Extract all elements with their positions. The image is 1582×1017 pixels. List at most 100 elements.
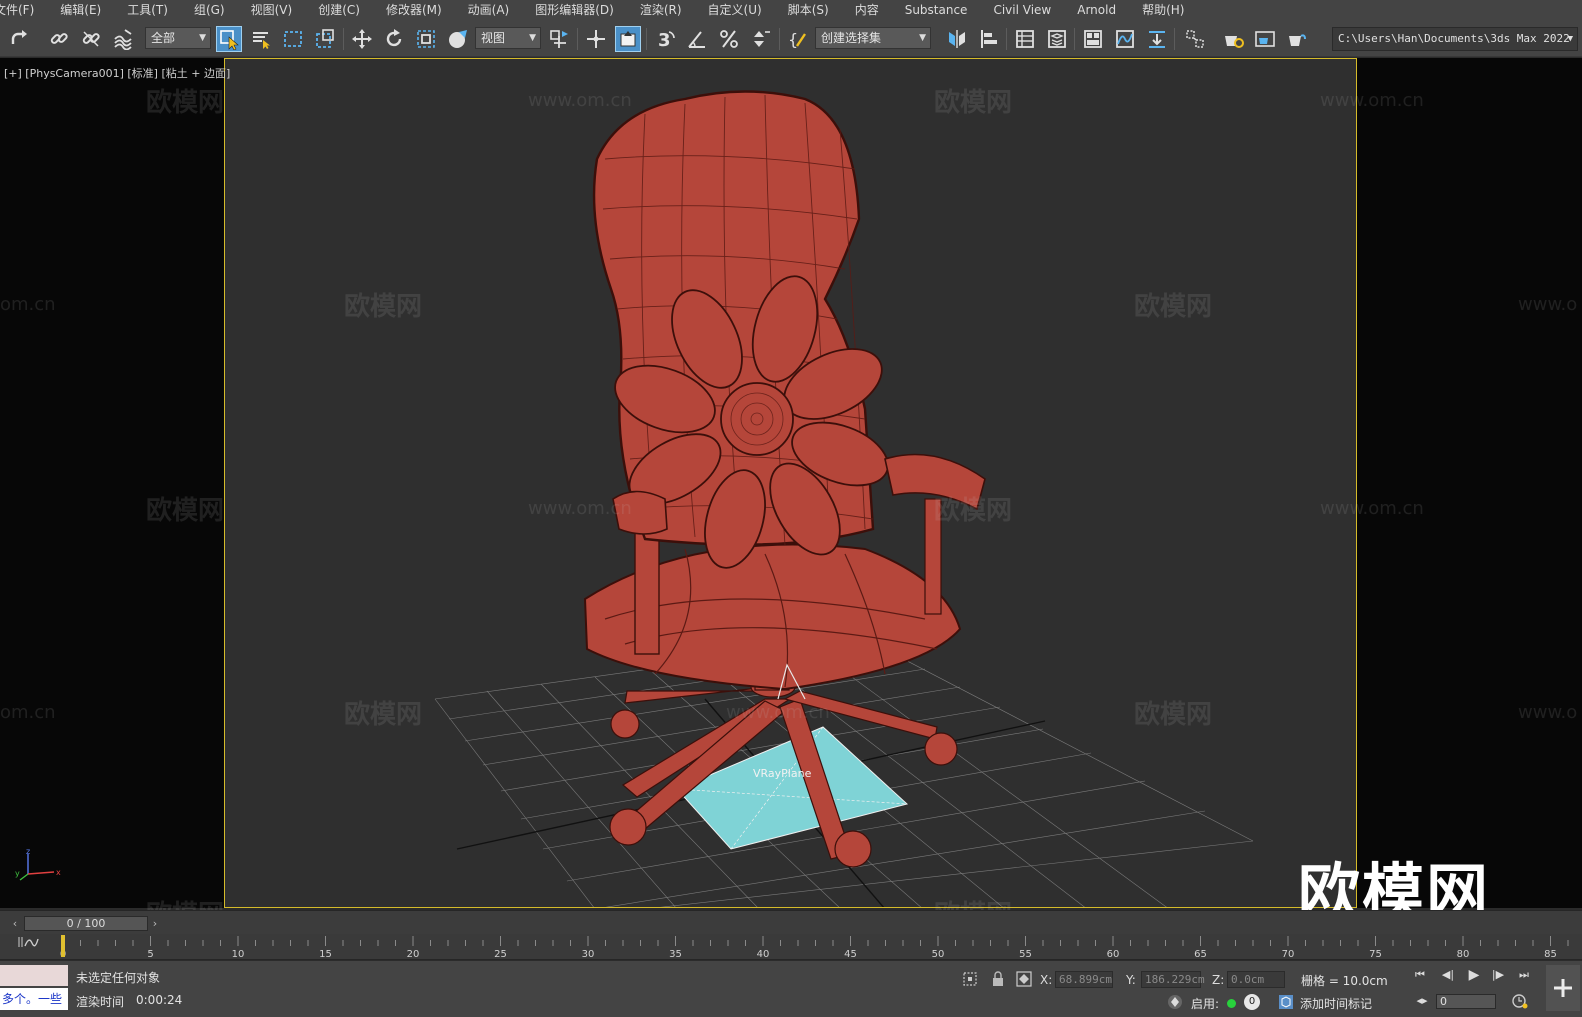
named-selection-dropdown[interactable]: 创建选择集 ▼ (815, 27, 931, 49)
time-tag-icon[interactable] (1278, 994, 1294, 1010)
add-time-tag-text[interactable]: 添加时间标记 (1300, 995, 1372, 1012)
right-viewport-panel (1357, 58, 1582, 908)
reference-coord-dropdown[interactable]: 视图 ▼ (475, 27, 541, 49)
mirror-icon[interactable] (944, 26, 970, 52)
menu-item-16[interactable]: 帮助(H) (1129, 0, 1197, 20)
project-folder-dropdown[interactable]: C:\Users\Han\Documents\3ds Max 2022 ▼ (1332, 27, 1578, 51)
status-bar: 多个。一些 未选定任何对象 渲染时间 0:00:24 X: 68.899cm Y… (0, 961, 1582, 1017)
frame-tick-label: 75 (1369, 949, 1382, 960)
z-coord-field[interactable]: 0.0cm (1227, 971, 1285, 988)
axis-tripod-icon: z x y (14, 847, 62, 884)
menu-item-3[interactable]: 组(G) (181, 0, 238, 20)
render-time-value: 0:00:24 (136, 993, 183, 1007)
armrest-left (612, 490, 668, 535)
time-slider-prev-icon[interactable]: ‹ (9, 916, 21, 931)
menu-item-12[interactable]: 内容 (842, 0, 892, 20)
align-icon[interactable] (976, 26, 1002, 52)
time-config-icon[interactable] (1512, 993, 1528, 1009)
menu-item-4[interactable]: 视图(V) (238, 0, 306, 20)
go-to-end-icon[interactable]: ⏭ (1516, 967, 1532, 983)
layer-explorer-icon[interactable] (1044, 26, 1070, 52)
rendered-frame-window-icon[interactable] (1252, 26, 1278, 52)
move-icon[interactable] (349, 26, 375, 52)
menu-item-10[interactable]: 自定义(U) (695, 0, 775, 20)
svg-text:x: x (56, 868, 61, 877)
enable-label: 启用: (1191, 997, 1220, 1011)
toggle-ribbon-icon[interactable] (1080, 26, 1106, 52)
frame-tick-label: 80 (1457, 949, 1470, 960)
menu-item-9[interactable]: 渲染(R) (627, 0, 695, 20)
menu-item-6[interactable]: 修改器(M) (373, 0, 455, 20)
menu-item-14[interactable]: Civil View (980, 0, 1064, 20)
go-to-start-icon[interactable]: ⏮ (1412, 967, 1428, 983)
material-editor-icon[interactable] (1182, 26, 1208, 52)
isolate-selection-icon[interactable] (962, 971, 978, 987)
frame-tick-label: 70 (1282, 949, 1295, 960)
keyboard-shortcut-override-icon[interactable] (615, 26, 641, 52)
maxscript-listener-output[interactable] (0, 965, 68, 986)
menu-item-1[interactable]: 编辑(E) (47, 0, 114, 20)
time-slider-thumb[interactable]: 0 / 100 (24, 916, 148, 931)
z-coord-label: Z: (1212, 973, 1225, 987)
grid-size-text: 栅格 = 10.0cm (1301, 974, 1388, 988)
selection-filter-dropdown[interactable]: 全部 ▼ (145, 27, 211, 49)
track-bar[interactable]: 0510152025303540455055606570758085 (0, 934, 1582, 960)
render-time-label: 渲染时间 (76, 995, 125, 1009)
window-crossing-icon[interactable] (312, 26, 338, 52)
bind-spacewarp-icon[interactable] (110, 26, 136, 52)
menu-item-13[interactable]: Substance (892, 0, 981, 20)
previous-frame-icon[interactable]: ◀| (1440, 967, 1456, 983)
place-icon[interactable] (445, 26, 471, 52)
current-frame-field[interactable]: 0 (1436, 994, 1496, 1009)
key-mode-icon[interactable]: ◂▸ (1414, 993, 1430, 1009)
rect-selection-icon[interactable] (280, 26, 306, 52)
curve-editor-icon[interactable] (1112, 26, 1138, 52)
link-icon[interactable] (46, 26, 72, 52)
render-production-icon[interactable] (1284, 26, 1310, 52)
select-object-icon[interactable] (216, 26, 242, 52)
frame-tick-label: 60 (1107, 949, 1120, 960)
rotate-icon[interactable] (381, 26, 407, 52)
play-icon[interactable]: ▶ (1466, 967, 1482, 983)
menu-item-7[interactable]: 动画(A) (455, 0, 523, 20)
menu-item-5[interactable]: 创建(C) (305, 0, 373, 20)
pivot-center-icon[interactable] (546, 26, 572, 52)
absolute-mode-icon[interactable] (1016, 971, 1032, 987)
menu-bar: 文件(F) 编辑(E) 工具(T) 组(G) 视图(V) 创建(C) 修改器(M) 动画(A)… (0, 0, 1582, 20)
maxscript-listener-input[interactable]: 多个。一些 (0, 988, 68, 1010)
viewport-label[interactable]: [+] [PhysCamera001] [标准] [粘土 + 边面] (4, 65, 230, 81)
x-coord-field[interactable]: 68.899cm (1055, 971, 1113, 988)
percent-snap-icon[interactable] (716, 26, 742, 52)
enable-count-badge: 0 (1244, 994, 1260, 1010)
time-slider[interactable]: ‹ 0 / 100 › (0, 910, 1582, 934)
scene-explorer-icon[interactable] (1012, 26, 1038, 52)
menu-item-15[interactable]: Arnold (1064, 0, 1129, 20)
redo-icon[interactable] (6, 26, 32, 52)
next-frame-icon[interactable]: |▶ (1490, 967, 1506, 983)
selection-lock-icon[interactable] (990, 971, 1006, 987)
scale-icon[interactable] (413, 26, 439, 52)
menu-item-2[interactable]: 工具(T) (114, 0, 181, 20)
select-manipulate-icon[interactable] (583, 26, 609, 52)
schematic-view-icon[interactable] (1144, 26, 1170, 52)
edit-named-selection-icon[interactable]: { (785, 26, 811, 52)
y-coord-field[interactable]: 186.229cm (1141, 971, 1205, 988)
angle-snap-icon[interactable] (684, 26, 710, 52)
frame-tick-label: 35 (669, 949, 682, 960)
adaptive-degradation-icon[interactable] (1167, 994, 1183, 1010)
snap-toggle-icon[interactable]: 3 (652, 26, 678, 52)
render-setup-icon[interactable] (1220, 26, 1246, 52)
spinner-snap-icon[interactable] (748, 26, 774, 52)
selection-status-text: 未选定任何对象 (76, 971, 161, 985)
frame-tick-label: 20 (407, 949, 420, 960)
menu-item-8[interactable]: 图形编辑器(D) (522, 0, 627, 20)
unlink-icon[interactable] (78, 26, 104, 52)
viewport-navigation-icon[interactable] (1546, 965, 1580, 1011)
frame-tick-label: 25 (494, 949, 507, 960)
select-by-name-icon[interactable] (248, 26, 274, 52)
frame-tick-label: 85 (1544, 949, 1557, 960)
menu-item-0[interactable]: 文件(F) (0, 0, 47, 20)
time-slider-next-icon[interactable]: › (149, 916, 161, 931)
menu-item-11[interactable]: 脚本(S) (775, 0, 842, 20)
perspective-viewport[interactable]: VRayPlane (224, 58, 1357, 908)
